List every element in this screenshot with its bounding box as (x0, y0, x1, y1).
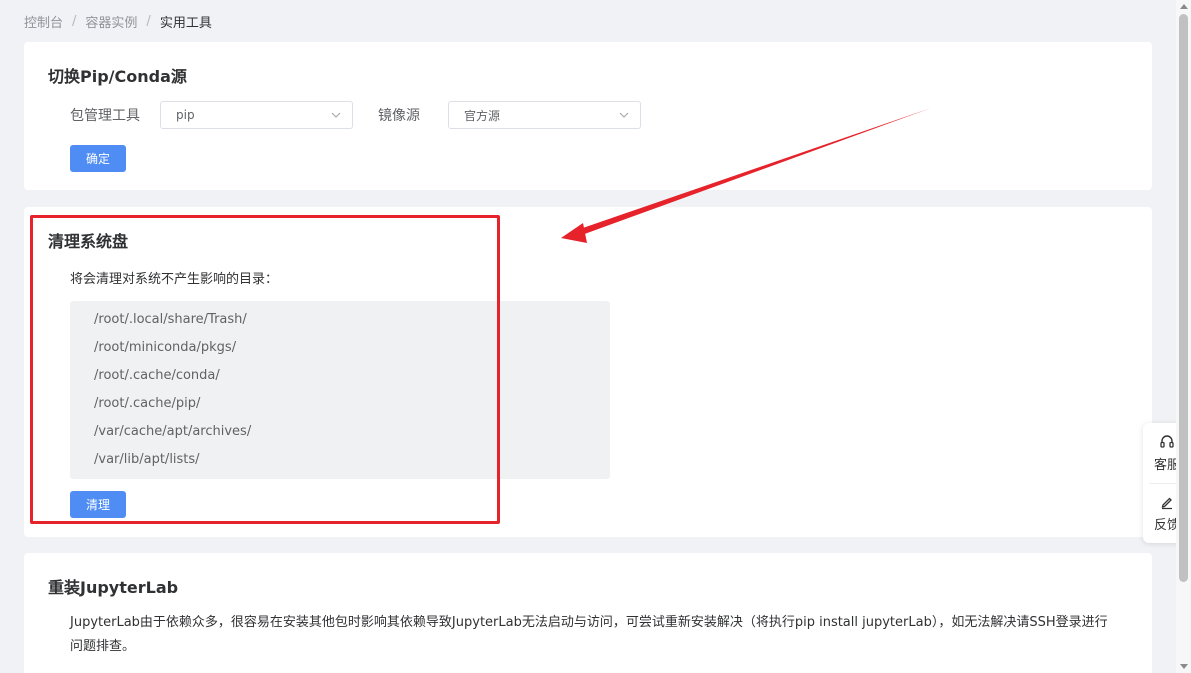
package-tool-value: pip (176, 108, 195, 122)
jupyter-card-title: 重装JupyterLab (48, 578, 179, 597)
path-item: /root/miniconda/pkgs/ (94, 340, 237, 355)
breadcrumb: 控制台 / 容器实例 / 实用工具 (24, 12, 212, 31)
breadcrumb-instances[interactable]: 容器实例 (85, 12, 137, 31)
clean-card-title: 清理系统盘 (48, 232, 129, 251)
chevron-down-icon (619, 112, 629, 118)
jupyter-description: JupyterLab由于依赖众多，很容易在安装其他包时影响其依赖导致Jupyte… (70, 615, 1108, 654)
package-tool-label: 包管理工具 (70, 108, 140, 124)
mirror-form-row: 包管理工具 pip 镜像源 官方源 (70, 101, 641, 129)
path-item: /var/lib/apt/lists/ (94, 452, 200, 467)
mirror-select[interactable]: 官方源 (448, 101, 641, 129)
mirror-value: 官方源 (464, 108, 501, 123)
breadcrumb-separator: / (146, 14, 151, 29)
package-tool-select[interactable]: pip (160, 101, 353, 129)
confirm-button[interactable]: 确定 (70, 145, 126, 172)
jupyter-card: 重装JupyterLab JupyterLab由于依赖众多，很容易在安装其他包时… (24, 553, 1152, 673)
pencil-icon (1161, 497, 1172, 509)
scrollbar-thumb[interactable] (1179, 14, 1188, 582)
page: 控制台 / 容器实例 / 实用工具 切换Pip/Conda源 包管理工具 pip… (0, 0, 1191, 673)
path-list: /root/.local/share/Trash/ /root/minicond… (70, 301, 610, 479)
headset-icon (1160, 434, 1174, 448)
clean-button[interactable]: 清理 (70, 491, 126, 518)
path-item: /var/cache/apt/archives/ (94, 424, 252, 439)
path-item: /root/.cache/pip/ (94, 396, 201, 411)
mirror-card-title: 切换Pip/Conda源 (48, 67, 187, 86)
breadcrumb-separator: / (72, 14, 77, 29)
scroll-up-arrow[interactable] (1180, 4, 1188, 9)
mirror-card: 切换Pip/Conda源 包管理工具 pip 镜像源 官方源 确定 (24, 42, 1152, 190)
clean-card: 清理系统盘 将会清理对系统不产生影响的目录： /root/.local/shar… (24, 207, 1152, 537)
mirror-label: 镜像源 (378, 108, 420, 124)
breadcrumb-current: 实用工具 (159, 16, 212, 31)
clean-description: 将会清理对系统不产生影响的目录： (70, 272, 279, 287)
path-item: /root/.cache/conda/ (94, 368, 220, 383)
scroll-down-arrow[interactable] (1180, 664, 1188, 669)
path-item: /root/.local/share/Trash/ (94, 312, 247, 327)
chevron-down-icon (331, 112, 341, 118)
breadcrumb-console[interactable]: 控制台 (24, 12, 63, 31)
